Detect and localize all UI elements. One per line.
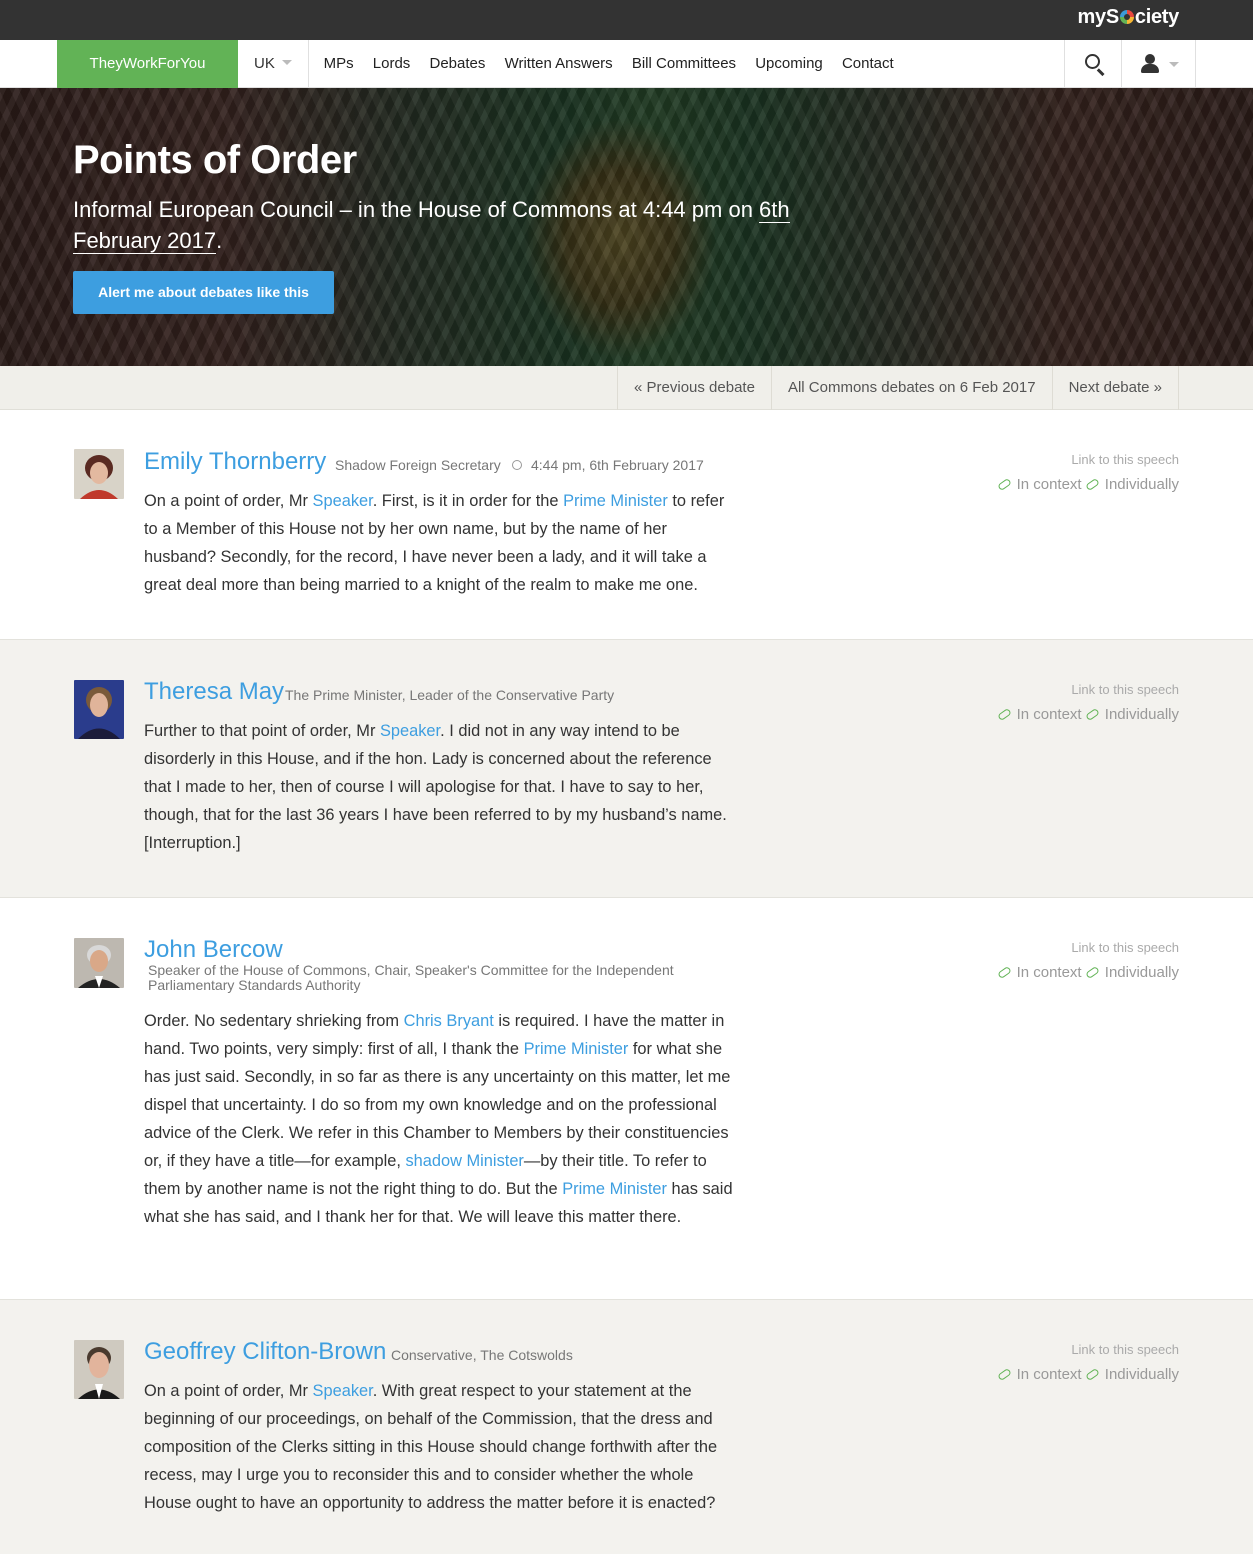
speaker-photo [74, 449, 124, 499]
in-context-link[interactable]: In context [996, 964, 1082, 981]
nav-item-debates[interactable]: Debates [420, 40, 495, 88]
speaker-name[interactable]: Theresa May [144, 678, 284, 706]
link-to-speech-label: Link to this speech [1071, 1342, 1179, 1357]
in-context-link[interactable]: In context [996, 476, 1082, 493]
speech: John Bercow Speaker of the House of Comm… [0, 898, 1253, 1300]
avatar[interactable] [74, 680, 124, 739]
nav-item-mps[interactable]: MPs [314, 40, 363, 88]
user-menu-button[interactable] [1122, 40, 1196, 88]
site-brand-link[interactable]: TheyWorkForYou [57, 40, 238, 88]
top-bar: myS ciety [0, 0, 1253, 40]
speaker-name[interactable]: John Bercow [144, 936, 283, 964]
nav-menu: MPs Lords Debates Written Answers Bill C… [314, 40, 903, 88]
inline-member-link[interactable]: Chris Bryant [404, 1012, 494, 1030]
speech-text: Further to that point of order, Mr Speak… [144, 717, 739, 857]
alert-button[interactable]: Alert me about debates like this [73, 271, 334, 314]
individually-link[interactable]: Individually [1084, 1366, 1179, 1383]
inline-member-link[interactable]: Prime Minister [524, 1040, 629, 1058]
inline-member-link[interactable]: Speaker [380, 722, 440, 740]
hero-banner: Points of Order Informal European Counci… [0, 88, 1253, 366]
speech: Geoffrey Clifton-Brown Conservative, The… [0, 1300, 1253, 1554]
nav-item-bill-committees[interactable]: Bill Committees [622, 40, 745, 88]
speech-text-segment: . I did not in any way intend to be diso… [144, 722, 727, 852]
in-context-link[interactable]: In context [996, 706, 1082, 723]
speech-time[interactable]: 4:44 pm, 6th February 2017 [512, 457, 704, 473]
link-icon [1084, 477, 1100, 492]
inline-member-link[interactable]: Prime Minister [563, 492, 668, 510]
link-to-speech-label: Link to this speech [1071, 452, 1179, 467]
mysociety-logo[interactable]: myS ciety [1078, 6, 1180, 29]
speech-links: In context Individually [996, 1366, 1179, 1383]
speaker-role: Conservative, The Cotswolds [391, 1347, 573, 1363]
link-icon [1084, 965, 1100, 980]
link-icon [996, 1367, 1012, 1382]
speech-text-segment: for what she has just said. Secondly, in… [144, 1040, 731, 1170]
speech-links: In context Individually [996, 476, 1179, 493]
speaker-role: Shadow Foreign Secretary [335, 457, 501, 473]
nav-item-lords[interactable]: Lords [363, 40, 420, 88]
speech-text-segment: On a point of order, Mr [144, 1382, 313, 1400]
speech: Theresa May The Prime Minister, Leader o… [0, 640, 1253, 898]
link-icon [1084, 707, 1100, 722]
link-icon [996, 477, 1012, 492]
speech-links: In context Individually [996, 706, 1179, 723]
next-debate-link[interactable]: Next debate » [1053, 366, 1179, 410]
chevron-down-icon [281, 60, 292, 65]
search-button[interactable] [1064, 40, 1122, 88]
previous-debate-link[interactable]: « Previous debate [618, 366, 772, 410]
nav-item-written-answers[interactable]: Written Answers [495, 40, 622, 88]
speech-text-segment: . First, is it in order for the [372, 492, 564, 510]
country-selector[interactable]: UK [238, 40, 309, 88]
nav-item-contact[interactable]: Contact [832, 40, 903, 88]
inline-member-link[interactable]: Speaker [313, 1382, 373, 1400]
page-subtitle: Informal European Council – in the House… [73, 197, 790, 254]
link-icon [1084, 1367, 1100, 1382]
speech: Emily Thornberry Shadow Foreign Secretar… [0, 410, 1253, 640]
speaker-role: The Prime Minister, Leader of the Conser… [285, 687, 615, 703]
speaker-photo [74, 680, 124, 739]
search-icon [1085, 54, 1100, 69]
speech-text-segment: On a point of order, Mr [144, 492, 313, 510]
speaker-role: Speaker of the House of Commons, Chair, … [148, 962, 674, 993]
inline-member-link[interactable]: Prime Minister [562, 1180, 667, 1198]
nav-item-upcoming[interactable]: Upcoming [746, 40, 833, 88]
debate-pager: « Previous debate All Commons debates on… [0, 366, 1253, 410]
link-icon [996, 965, 1012, 980]
link-to-speech-label: Link to this speech [1071, 682, 1179, 697]
avatar[interactable] [74, 1340, 124, 1399]
chevron-down-icon [1169, 62, 1179, 67]
individually-link[interactable]: Individually [1084, 964, 1179, 981]
link-to-speech-label: Link to this speech [1071, 940, 1179, 955]
speaker-photo [74, 938, 124, 988]
individually-link[interactable]: Individually [1084, 706, 1179, 723]
speech-text-segment: . With great respect to your statement a… [144, 1382, 718, 1512]
speech-text-segment: Order. No sedentary shrieking from [144, 1012, 404, 1030]
speaker-name[interactable]: Emily Thornberry [144, 448, 326, 476]
avatar[interactable] [74, 449, 124, 499]
speech-text-segment: Further to that point of order, Mr [144, 722, 380, 740]
speech-text: On a point of order, Mr Speaker. With gr… [144, 1377, 739, 1517]
avatar[interactable] [74, 938, 124, 988]
in-context-link[interactable]: In context [996, 1366, 1082, 1383]
speech-text: Order. No sedentary shrieking from Chris… [144, 1007, 739, 1231]
individually-link[interactable]: Individually [1084, 476, 1179, 493]
speaker-name[interactable]: Geoffrey Clifton-Brown [144, 1338, 386, 1366]
main-nav: TheyWorkForYou UK MPs Lords Debates Writ… [0, 40, 1253, 88]
inline-member-link[interactable]: shadow Minister [405, 1152, 523, 1170]
inline-member-link[interactable]: Speaker [313, 492, 373, 510]
link-icon [996, 707, 1012, 722]
speech-links: In context Individually [996, 964, 1179, 981]
all-debates-link[interactable]: All Commons debates on 6 Feb 2017 [772, 366, 1053, 410]
speaker-photo [74, 1340, 124, 1399]
page-title: Points of Order [73, 138, 357, 182]
speech-text: On a point of order, Mr Speaker. First, … [144, 487, 739, 599]
clock-icon [512, 460, 522, 470]
user-icon [1145, 54, 1155, 64]
mysociety-logo-icon [1119, 10, 1134, 24]
